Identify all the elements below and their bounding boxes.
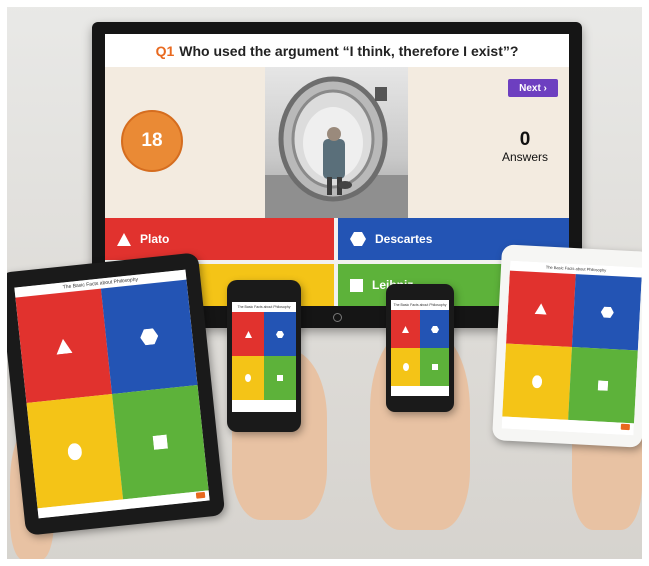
phone-2: The Basic Facts about Philosophy <box>386 284 454 412</box>
green-button[interactable] <box>420 348 449 386</box>
square-icon <box>431 364 438 370</box>
square-icon <box>597 379 609 391</box>
question-image <box>265 67 408 218</box>
phone-1-screen: The Basic Facts about Philosophy <box>232 302 296 412</box>
screen-title: The Basic Facts about Philosophy <box>391 300 449 310</box>
circle-icon <box>402 363 409 371</box>
green-button[interactable] <box>112 385 209 500</box>
blue-button[interactable] <box>420 310 449 348</box>
red-button[interactable] <box>232 312 264 356</box>
yellow-button[interactable] <box>391 348 420 386</box>
answers-label: Answers <box>501 150 548 164</box>
red-button[interactable] <box>15 288 113 403</box>
phone-2-screen: The Basic Facts about Philosophy <box>391 300 449 396</box>
hexagon-icon <box>276 330 284 338</box>
yellow-button[interactable] <box>232 356 264 400</box>
question-bar: Q1 Who used the argument “I think, there… <box>105 34 569 67</box>
answers-counter: 0 Answers <box>497 129 553 165</box>
red-button[interactable] <box>391 310 420 348</box>
square-icon <box>350 278 363 292</box>
phone-1: The Basic Facts about Philosophy <box>227 280 301 432</box>
circle-icon <box>67 442 82 460</box>
screen-footer <box>391 386 449 396</box>
circle-icon <box>532 375 543 389</box>
blue-button[interactable] <box>100 279 198 394</box>
right-tablet: The Basic Facts about Philosophy <box>491 244 649 448</box>
square-icon <box>152 434 168 450</box>
left-tablet: The Basic Facts about Philosophy <box>0 252 226 536</box>
descartes-statue-image <box>265 76 408 218</box>
controller-grid <box>391 310 449 386</box>
screen-footer <box>232 400 296 412</box>
score-badge <box>195 491 206 499</box>
hexagon-icon <box>430 325 439 333</box>
triangle-icon <box>56 338 73 355</box>
green-button[interactable] <box>264 356 296 400</box>
controller-grid <box>232 312 296 400</box>
screen-title: The Basic Facts about Philosophy <box>232 302 296 312</box>
answer-option-plato[interactable]: Plato <box>105 218 334 260</box>
question-body: 18 Next › 0 Answers <box>105 67 569 218</box>
tablet-screen: The Basic Facts about Philosophy <box>14 269 210 519</box>
yellow-button[interactable] <box>502 343 572 420</box>
yellow-button[interactable] <box>26 394 124 509</box>
triangle-icon <box>244 330 252 338</box>
green-button[interactable] <box>568 346 638 424</box>
circle-icon <box>245 374 251 382</box>
tv-power-indicator <box>333 313 342 322</box>
controller-grid <box>15 279 209 509</box>
timer-value: 18 <box>141 130 163 151</box>
tablet-screen: The Basic Facts about Philosophy <box>501 260 643 436</box>
hexagon-icon <box>600 306 614 318</box>
triangle-icon <box>534 303 547 315</box>
triangle-icon <box>117 232 131 246</box>
red-button[interactable] <box>506 270 576 347</box>
score-badge <box>620 423 630 431</box>
next-button[interactable]: Next › <box>508 79 558 97</box>
answer-label: Plato <box>140 232 170 246</box>
square-icon <box>277 375 283 381</box>
blue-button[interactable] <box>571 274 642 351</box>
answer-label: Descartes <box>375 232 433 246</box>
photo-scene: Q1 Who used the argument “I think, there… <box>0 0 649 566</box>
question-number: Q1 <box>155 42 175 59</box>
hexagon-icon <box>140 328 159 346</box>
triangle-icon <box>402 325 409 333</box>
controller-grid <box>502 270 642 424</box>
hexagon-icon <box>350 232 366 246</box>
answers-count: 0 <box>519 129 531 150</box>
blue-button[interactable] <box>264 312 296 356</box>
question-text: Who used the argument “I think, therefor… <box>179 42 519 59</box>
countdown-timer: 18 <box>121 110 183 172</box>
